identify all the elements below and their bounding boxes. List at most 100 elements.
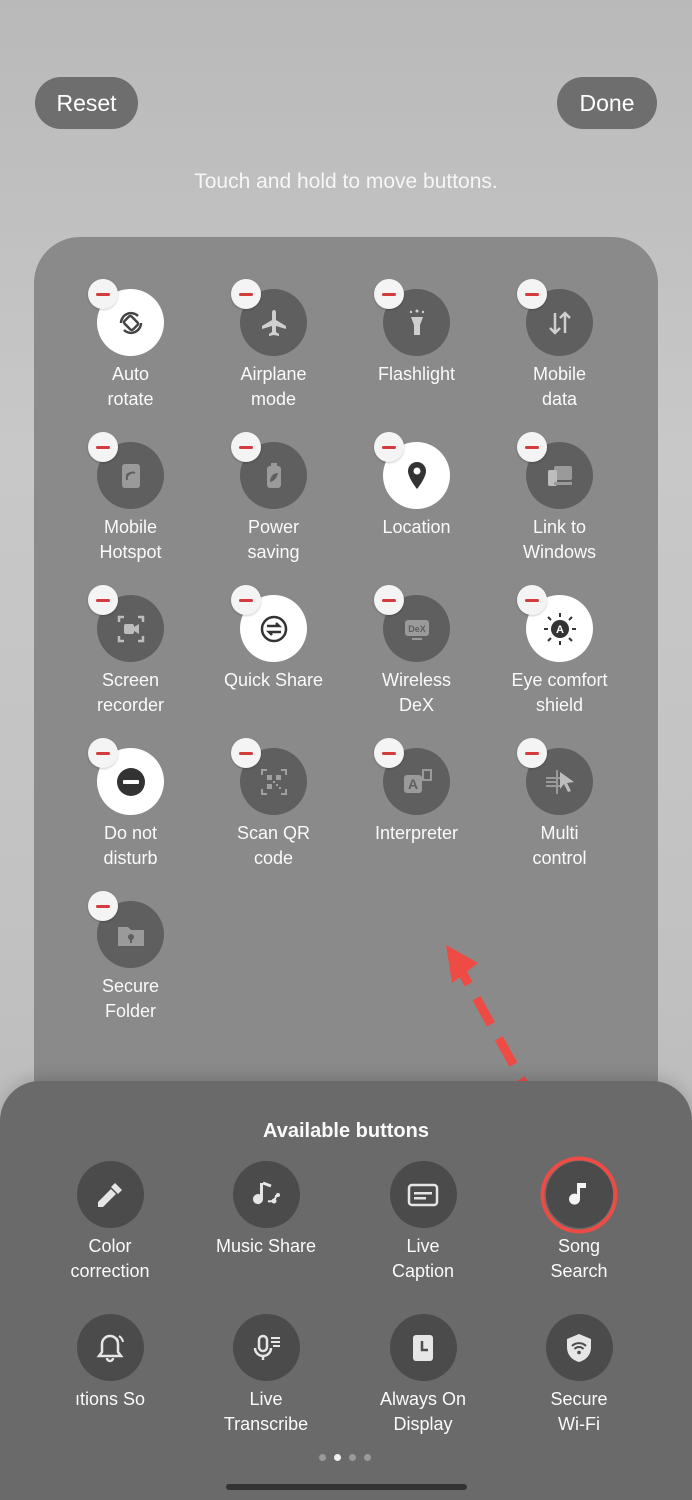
tile-label: Eye comfort shield <box>511 670 608 715</box>
tile-airplane-mode[interactable]: Airplane mode <box>202 274 345 424</box>
remove-button[interactable] <box>231 738 261 768</box>
hotspot-icon[interactable] <box>88 432 164 509</box>
remove-button[interactable] <box>231 432 261 462</box>
minus-icon <box>96 292 110 296</box>
auto-rotate-icon[interactable] <box>88 279 164 356</box>
available-live-caption[interactable]: Live Caption <box>345 1161 501 1311</box>
caption-icon[interactable] <box>389 1161 457 1228</box>
tile-label: Location <box>382 517 451 537</box>
remove-button[interactable] <box>517 279 547 309</box>
minus-icon <box>525 751 539 755</box>
tile-label: Auto rotate <box>107 364 154 409</box>
remove-button[interactable] <box>517 585 547 615</box>
minus-icon <box>382 751 396 755</box>
tile-screen-recorder[interactable]: Screen recorder <box>59 580 202 730</box>
remove-button[interactable] <box>517 432 547 462</box>
tile-auto-rotate[interactable]: Auto rotate <box>59 274 202 424</box>
available-music-share[interactable]: Music Share <box>188 1161 344 1311</box>
tile-label: Do not disturb <box>103 823 158 868</box>
tile-power-saving[interactable]: Power saving <box>202 427 345 577</box>
clock-icon[interactable] <box>389 1314 457 1381</box>
available-live-transcribe[interactable]: Live Transcribe <box>188 1314 344 1464</box>
tile-secure-folder[interactable]: Secure Folder <box>59 886 202 1036</box>
notification-bell-icon[interactable] <box>76 1314 144 1381</box>
tile-mobile-data[interactable]: Mobile data <box>488 274 631 424</box>
remove-button[interactable] <box>517 738 547 768</box>
airplane-icon[interactable] <box>231 279 307 356</box>
minus-icon <box>96 598 110 602</box>
do-not-disturb-icon[interactable] <box>88 738 164 815</box>
dex-icon[interactable]: DeX <box>374 585 450 662</box>
minus-icon <box>382 598 396 602</box>
minus-icon <box>96 751 110 755</box>
music-share-icon[interactable] <box>232 1161 300 1228</box>
link-windows-icon[interactable] <box>517 432 593 509</box>
interpreter-icon[interactable]: A <box>374 738 450 815</box>
flashlight-icon[interactable] <box>374 279 450 356</box>
tile-interpreter[interactable]: A Interpreter <box>345 733 488 883</box>
minus-icon <box>239 598 253 602</box>
tile-wireless-dex[interactable]: DeX Wireless DeX <box>345 580 488 730</box>
transcribe-mic-icon[interactable] <box>232 1314 300 1381</box>
tile-scan-qr-code[interactable]: Scan QR code <box>202 733 345 883</box>
tile-label: Scan QR code <box>236 823 311 868</box>
tile-eye-comfort-shield[interactable]: A Eye comfort shield <box>488 580 631 730</box>
available-song-search[interactable]: Song Search <box>501 1156 657 1311</box>
available-tions-so[interactable]: ıtions So <box>32 1314 188 1464</box>
remove-button[interactable] <box>88 738 118 768</box>
tile-quick-share[interactable]: Quick Share <box>202 580 345 730</box>
screen-recorder-icon[interactable] <box>88 585 164 662</box>
available-label: Song Search <box>550 1236 608 1281</box>
location-pin-icon[interactable] <box>374 432 450 509</box>
minus-icon <box>525 445 539 449</box>
remove-button[interactable] <box>88 891 118 921</box>
tile-mobile-hotspot[interactable]: Mobile Hotspot <box>59 427 202 577</box>
available-always-on-display[interactable]: Always On Display <box>345 1314 501 1464</box>
home-indicator[interactable] <box>226 1484 467 1490</box>
remove-button[interactable] <box>231 279 261 309</box>
available-secure-wi-fi[interactable]: Secure Wi-Fi <box>501 1314 657 1464</box>
tile-label: Airplane mode <box>240 364 307 409</box>
eye-comfort-icon[interactable]: A <box>517 585 593 662</box>
remove-button[interactable] <box>231 585 261 615</box>
remove-button[interactable] <box>88 585 118 615</box>
tile-label: Interpreter <box>374 823 459 843</box>
tile-label: Screen recorder <box>96 670 165 715</box>
multi-control-icon[interactable] <box>517 738 593 815</box>
eyedropper-icon[interactable] <box>76 1161 144 1228</box>
remove-button[interactable] <box>374 738 404 768</box>
quick-share-icon[interactable] <box>231 585 307 662</box>
qr-code-icon[interactable] <box>231 738 307 815</box>
minus-icon <box>525 292 539 296</box>
available-label: Secure Wi-Fi <box>550 1389 608 1434</box>
available-label: ıtions So <box>74 1389 146 1409</box>
tile-do-not-disturb[interactable]: Do not disturb <box>59 733 202 883</box>
tile-multi-control[interactable]: Multi control <box>488 733 631 883</box>
remove-button[interactable] <box>88 432 118 462</box>
minus-icon <box>239 445 253 449</box>
instruction-text: Touch and hold to move buttons. <box>194 170 498 193</box>
minus-icon <box>382 445 396 449</box>
tile-flashlight[interactable]: Flashlight <box>345 274 488 424</box>
music-note-icon[interactable] <box>540 1156 618 1233</box>
tile-label: Mobile data <box>532 364 587 409</box>
available-color-correction[interactable]: Color correction <box>32 1161 188 1311</box>
done-button[interactable]: Done <box>557 77 657 129</box>
mobile-data-icon[interactable] <box>517 279 593 356</box>
available-label: Color correction <box>70 1236 150 1281</box>
secure-folder-icon[interactable] <box>88 891 164 968</box>
sheet-title: Available buttons <box>263 1120 429 1142</box>
tile-label: Flashlight <box>377 364 456 384</box>
tile-label: Secure Folder <box>101 976 160 1021</box>
reset-button[interactable]: Reset <box>35 77 138 129</box>
remove-button[interactable] <box>374 279 404 309</box>
remove-button[interactable] <box>88 279 118 309</box>
remove-button[interactable] <box>374 432 404 462</box>
tile-link-to-windows[interactable]: Link to Windows <box>488 427 631 577</box>
tile-label: Quick Share <box>223 670 324 690</box>
battery-leaf-icon[interactable] <box>231 432 307 509</box>
tile-label: Power saving <box>247 517 300 562</box>
remove-button[interactable] <box>374 585 404 615</box>
tile-location[interactable]: Location <box>345 427 488 577</box>
secure-wifi-icon[interactable] <box>545 1314 613 1381</box>
